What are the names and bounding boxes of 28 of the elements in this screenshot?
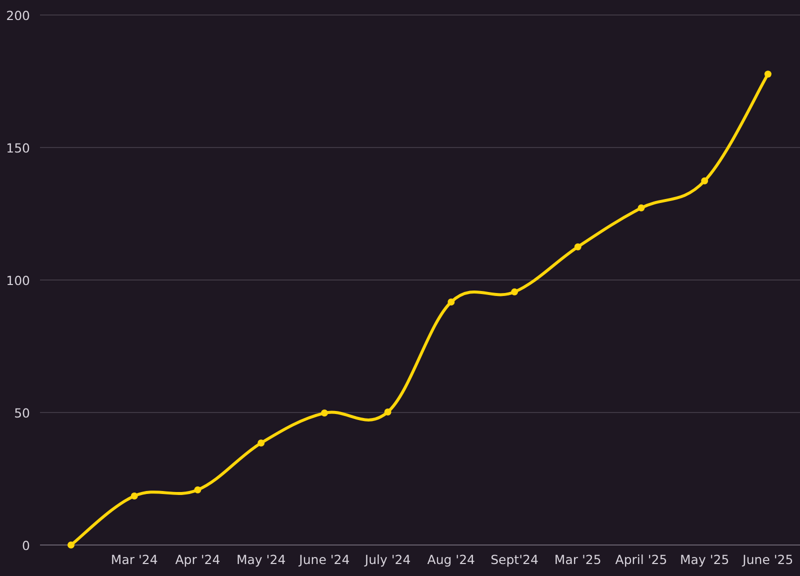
data-point — [448, 298, 455, 306]
data-point — [701, 177, 708, 184]
data-point — [511, 288, 518, 296]
data-point — [68, 542, 74, 548]
y-tick-label: 150 — [6, 140, 30, 156]
y-tick-label: 100 — [6, 273, 30, 288]
data-point — [384, 408, 392, 416]
x-tick-label: May '24 — [236, 552, 286, 567]
data-point — [194, 486, 202, 494]
x-tick-label: Mar '25 — [554, 552, 602, 567]
x-tick-label: June '24 — [299, 552, 350, 567]
data-point — [764, 70, 772, 78]
x-tick-label: Apr '24 — [175, 552, 220, 567]
y-tick-label: 0 — [22, 538, 30, 553]
x-tick-label: May '25 — [680, 552, 730, 567]
x-tick-label: Mar '24 — [110, 552, 158, 567]
data-point — [258, 439, 265, 446]
data-point — [130, 492, 138, 500]
data-point — [320, 410, 328, 417]
x-tick-label: Aug '24 — [427, 552, 476, 567]
x-tick-label: June '25 — [742, 552, 794, 567]
x-tick-label: July '24 — [364, 552, 411, 567]
data-point — [574, 243, 582, 250]
y-tick-label: 50 — [14, 406, 30, 420]
y-tick-label: 200 — [6, 8, 30, 23]
data-point — [638, 204, 645, 212]
x-tick-label: April '25 — [615, 552, 668, 567]
x-tick-label: Sept'24 — [490, 552, 538, 567]
